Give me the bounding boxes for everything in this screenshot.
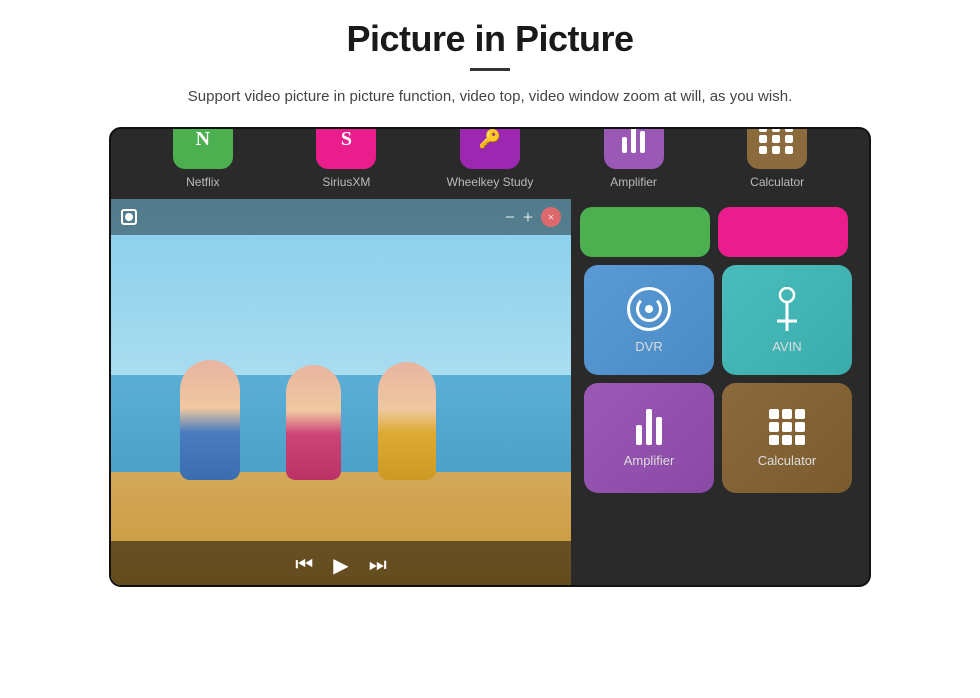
- calculator-symbol: [769, 409, 805, 445]
- amp-bar-s3: [640, 131, 645, 153]
- siriusxm-s-icon: S: [341, 128, 352, 151]
- bottom-amplifier[interactable]: Amplifier: [569, 127, 699, 189]
- page-title: Picture in Picture: [346, 18, 633, 60]
- bc9: [785, 146, 793, 154]
- amp-bar-s2: [631, 127, 636, 153]
- calc-btn-1: [769, 409, 779, 419]
- avin-symbol: [769, 287, 805, 331]
- title-divider: [470, 68, 510, 71]
- pip-playback-bar: ⏮ ▶ ⏭: [111, 541, 571, 587]
- bc7: [759, 146, 767, 154]
- partial-app-row: [575, 207, 861, 257]
- bc5: [772, 135, 780, 143]
- dvr-label: DVR: [635, 339, 662, 354]
- dvr-symbol: [627, 287, 671, 331]
- dvr-avin-row: DVR AVIN: [575, 265, 861, 375]
- wheelkey-icon-sym: 🔑: [479, 129, 501, 150]
- page-subtitle: Support video picture in picture functio…: [188, 85, 792, 109]
- calc-btn-3: [795, 409, 805, 419]
- amplifier-symbol: [636, 409, 662, 445]
- bc4: [759, 135, 767, 143]
- calc-btn-9: [795, 435, 805, 445]
- siriusxm-icon-partial[interactable]: [718, 207, 848, 257]
- dvr-app-icon[interactable]: DVR: [584, 265, 714, 375]
- avin-app-icon[interactable]: AVIN: [722, 265, 852, 375]
- pip-close-icon: ×: [548, 210, 555, 225]
- pip-controls-bar: − + ×: [111, 199, 571, 235]
- calc-btn-2: [782, 409, 792, 419]
- bottom-netflix-label: Netflix: [186, 175, 219, 189]
- bc6: [785, 135, 793, 143]
- figure-2: [286, 365, 341, 480]
- calc-btn-5: [782, 422, 792, 432]
- bottom-netflix[interactable]: N Netflix: [138, 127, 268, 189]
- calc-btn-8: [782, 435, 792, 445]
- prev-btn[interactable]: ⏮: [295, 554, 313, 577]
- amplifier-app-icon[interactable]: Amplifier: [584, 383, 714, 493]
- calc-btn-7: [769, 435, 779, 445]
- bottom-calculator-label: Calculator: [750, 175, 804, 189]
- bc2: [772, 127, 780, 132]
- pip-container[interactable]: − + × ⏮ ▶ ⏭: [111, 199, 571, 587]
- netflix-n-icon: N: [196, 128, 210, 151]
- bottom-siriusxm-icon: S: [316, 127, 376, 169]
- calc-btn-6: [795, 422, 805, 432]
- figure-1: [180, 360, 240, 480]
- bottom-amplifier-label: Amplifier: [610, 175, 657, 189]
- avin-svg: [769, 287, 805, 331]
- pip-record-icon: [121, 209, 137, 225]
- bottom-netflix-icon: N: [173, 127, 233, 169]
- bottom-calculator[interactable]: Calculator: [712, 127, 842, 189]
- bottom-amp-bars: [622, 127, 645, 153]
- bc1: [759, 127, 767, 132]
- amplifier-label: Amplifier: [624, 453, 675, 468]
- netflix-icon-partial[interactable]: [580, 207, 710, 257]
- figure-3: [378, 362, 436, 480]
- bottom-amplifier-icon: [604, 127, 664, 169]
- play-pause-btn[interactable]: ▶: [333, 553, 348, 578]
- pip-plus-btn[interactable]: +: [523, 207, 533, 228]
- bottom-siriusxm[interactable]: S SiriusXM: [281, 127, 411, 189]
- avin-label: AVIN: [772, 339, 801, 354]
- bottom-wheelkey[interactable]: 🔑 Wheelkey Study: [425, 127, 555, 189]
- amp-calc-row: Amplifier: [575, 383, 861, 493]
- pip-resize-controls: − + ×: [505, 207, 561, 228]
- amp-bar-2: [646, 409, 652, 445]
- calculator-label: Calculator: [758, 453, 817, 468]
- bottom-wheelkey-icon: 🔑: [460, 127, 520, 169]
- pip-video: − + × ⏮ ▶ ⏭: [111, 199, 571, 587]
- pip-minus-btn[interactable]: −: [505, 207, 515, 228]
- pip-record-inner: [125, 213, 133, 221]
- bottom-app-strip: N Netflix S SiriusXM 🔑 Wheelkey Stud: [111, 127, 869, 199]
- app-grid-area: DVR AVIN: [567, 199, 869, 587]
- next-btn[interactable]: ⏭: [369, 554, 387, 577]
- device-frame: ◁ ○ □ ♩ 📍 ▲▼ 11:22 ⌂ ⚡ ▲: [109, 127, 871, 587]
- calc-btn-4: [769, 422, 779, 432]
- bottom-calculator-icon: [747, 127, 807, 169]
- amp-bar-s1: [622, 137, 627, 153]
- bottom-calc-grid: [759, 127, 795, 154]
- bc3: [785, 127, 793, 132]
- calculator-app-icon[interactable]: Calculator: [722, 383, 852, 493]
- bottom-wheelkey-label: Wheelkey Study: [447, 175, 534, 189]
- pip-close-btn[interactable]: ×: [541, 207, 561, 227]
- amp-bar-3: [656, 417, 662, 445]
- bottom-siriusxm-label: SiriusXM: [322, 175, 370, 189]
- dvr-dot: [645, 305, 653, 313]
- bc8: [772, 146, 780, 154]
- amp-bar-1: [636, 425, 642, 445]
- page-wrapper: Picture in Picture Support video picture…: [0, 0, 980, 698]
